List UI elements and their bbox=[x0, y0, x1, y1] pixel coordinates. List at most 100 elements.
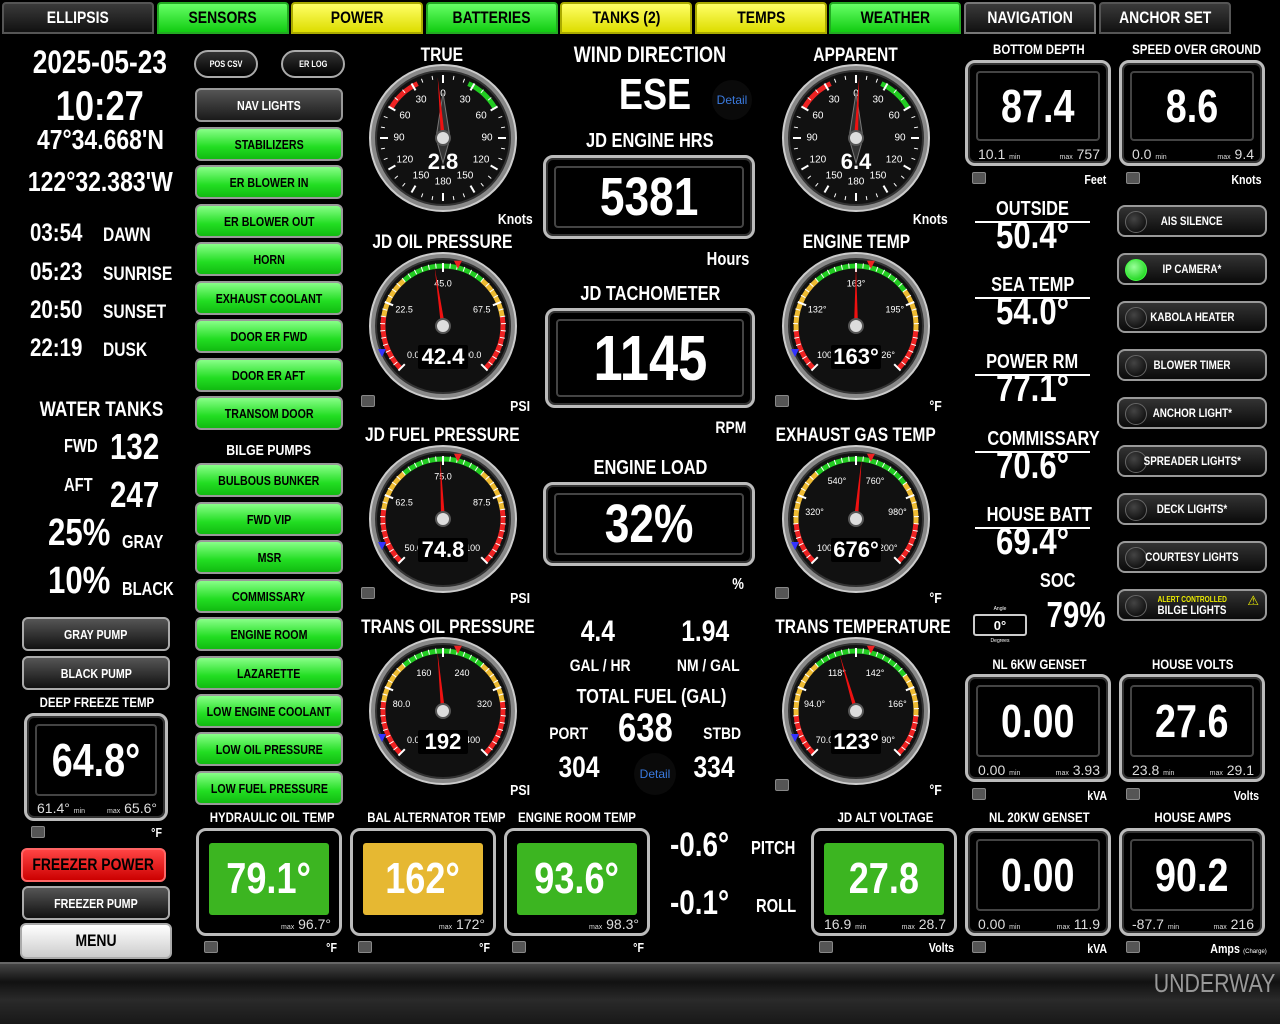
er-blower-out-button[interactable]: ER BLOWER OUT bbox=[195, 204, 343, 238]
sunrise-time: 05:23 bbox=[30, 258, 83, 286]
tab-navigation[interactable]: NAVIGATION bbox=[964, 2, 1096, 34]
gray-pump-button[interactable]: GRAY PUMP bbox=[22, 617, 170, 651]
needle-hub bbox=[848, 130, 864, 146]
jd-alt-voltage-fill: 27.8 bbox=[824, 843, 944, 915]
tab-anchor-set[interactable]: ANCHOR SET bbox=[1099, 2, 1231, 34]
sunset-label: SUNSET bbox=[103, 302, 167, 323]
deck-lights-button[interactable]: DECK LIGHTS* bbox=[1117, 493, 1267, 525]
reset-icon[interactable] bbox=[819, 941, 833, 953]
tab-sensors[interactable]: SENSORS bbox=[157, 2, 289, 34]
stabilizers-button[interactable]: STABILIZERS bbox=[195, 127, 343, 161]
reset-icon[interactable] bbox=[1126, 788, 1140, 800]
nl-6kw-box: 0.00 0.00 min max 3.93 bbox=[965, 674, 1111, 782]
true-wind-gauge: 03030606090901201201501501802.8 bbox=[369, 64, 517, 212]
tick bbox=[380, 126, 385, 129]
bilge-fwd-vip-button[interactable]: FWD VIP bbox=[195, 502, 343, 536]
engine-load-title: ENGINE LOAD bbox=[593, 457, 707, 479]
horn-button[interactable]: HORN bbox=[195, 242, 343, 276]
reset-icon[interactable] bbox=[358, 941, 372, 953]
tick-label: 240 bbox=[455, 668, 470, 678]
tab-power[interactable]: POWER bbox=[291, 2, 423, 34]
transom-door-button[interactable]: TRANSOM DOOR bbox=[195, 396, 343, 430]
spreader-lights-button[interactable]: SPREADER LIGHTS* bbox=[1117, 445, 1267, 477]
reset-icon[interactable] bbox=[775, 395, 789, 407]
reset-icon[interactable] bbox=[361, 395, 375, 407]
black-pump-button[interactable]: BLACK PUMP bbox=[22, 656, 170, 690]
reset-icon[interactable] bbox=[31, 826, 45, 838]
wind-direction-title: WIND DIRECTION bbox=[573, 42, 727, 67]
engine-hrs-unit: Hours bbox=[706, 249, 750, 269]
tick bbox=[848, 263, 850, 269]
reset-icon[interactable] bbox=[972, 172, 986, 184]
tick-label: 160 bbox=[416, 668, 431, 678]
bilge-msr-button[interactable]: MSR bbox=[195, 540, 343, 574]
bilge-bulbous-bunker-button[interactable]: BULBOUS BUNKER bbox=[195, 463, 343, 497]
reset-icon[interactable] bbox=[204, 941, 218, 953]
door-er-fwd-button[interactable]: DOOR ER FWD bbox=[195, 319, 343, 353]
black-value: 10% bbox=[48, 560, 111, 602]
tick-label: 60 bbox=[889, 111, 901, 122]
hydraulic-oil-box: 79.1° max 96.7° bbox=[196, 828, 342, 936]
tab-batteries[interactable]: BATTERIES bbox=[426, 2, 558, 34]
needle-hub bbox=[435, 511, 451, 527]
reset-icon[interactable] bbox=[1126, 172, 1140, 184]
nl-20kw-unit: kVA bbox=[1087, 941, 1108, 956]
tab-weather[interactable]: WEATHER bbox=[829, 2, 961, 34]
door-er-aft-button[interactable]: DOOR ER AFT bbox=[195, 358, 343, 392]
pos-csv-button[interactable]: POS CSV bbox=[194, 50, 258, 78]
reset-icon[interactable] bbox=[775, 587, 789, 599]
stbd-label: STBD bbox=[703, 724, 741, 743]
longitude: 122°32.383'W bbox=[27, 166, 173, 197]
hydraulic-oil-max: max 96.7° bbox=[281, 916, 331, 932]
tab-temps[interactable]: TEMPS bbox=[695, 2, 827, 34]
reset-icon[interactable] bbox=[361, 587, 375, 599]
low-engine-coolant-button[interactable]: LOW ENGINE COOLANT bbox=[195, 694, 343, 728]
reset-icon[interactable] bbox=[775, 779, 789, 791]
freezer-power-button[interactable]: FREEZER POWER bbox=[21, 848, 166, 882]
tick-label: 120 bbox=[473, 155, 490, 166]
ip-camera-button[interactable]: IP CAMERA* bbox=[1117, 253, 1267, 285]
reset-icon[interactable] bbox=[972, 941, 986, 953]
engine-hrs-title: JD ENGINE HRS bbox=[586, 130, 714, 152]
anchor-light-button[interactable]: ANCHOR LIGHT* bbox=[1117, 397, 1267, 429]
temp-outside: OUTSIDE 50.4° bbox=[975, 198, 1090, 258]
house-amps-max: max 216 bbox=[1213, 916, 1254, 932]
bilge-lights-button[interactable]: ALERT CONTROLLED BILGE LIGHTS ⚠ bbox=[1117, 589, 1267, 621]
jd-alt-voltage-unit: Volts bbox=[928, 940, 955, 955]
tick bbox=[865, 196, 868, 201]
wind-detail-button[interactable]: Detail bbox=[712, 80, 752, 120]
low-oil-pressure-button[interactable]: LOW OIL PRESSURE bbox=[195, 732, 343, 766]
tab-ellipsis[interactable]: ELLIPSIS bbox=[2, 2, 154, 34]
nav-lights-button[interactable]: NAV LIGHTS bbox=[195, 88, 343, 122]
menu-button[interactable]: MENU bbox=[20, 923, 172, 959]
trans-oil-unit: PSI bbox=[510, 782, 531, 799]
deep-freeze-title: DEEP FREEZE TEMP bbox=[39, 694, 155, 710]
tab-tanks[interactable]: TANKS (2) bbox=[560, 2, 692, 34]
blower-timer-button[interactable]: BLOWER TIMER bbox=[1117, 349, 1267, 381]
freezer-pump-button[interactable]: FREEZER PUMP bbox=[22, 886, 170, 920]
bilge-commissary-button[interactable]: COMMISSARY bbox=[195, 579, 343, 613]
er-blower-in-button[interactable]: ER BLOWER IN bbox=[195, 165, 343, 199]
gray-label: GRAY bbox=[122, 532, 164, 552]
engine-room-temp-fill: 93.6° bbox=[517, 843, 637, 915]
tick bbox=[844, 196, 847, 201]
bilge-lazarette-button[interactable]: LAZARETTE bbox=[195, 656, 343, 690]
exhaust-gas-gauge: 100°320°540° 760°980°1200°676° bbox=[782, 445, 930, 593]
low-fuel-pressure-button[interactable]: LOW FUEL PRESSURE bbox=[195, 771, 343, 805]
bilge-engine-room-button[interactable]: ENGINE ROOM bbox=[195, 617, 343, 651]
wind-direction-value: ESE bbox=[618, 70, 692, 119]
tick-label: 62.5 bbox=[395, 497, 413, 507]
reset-icon[interactable] bbox=[1126, 941, 1140, 953]
courtesy-lights-button[interactable]: COURTESY LIGHTS bbox=[1117, 541, 1267, 573]
tick-label: 90 bbox=[481, 133, 493, 144]
status-led-icon bbox=[1125, 595, 1147, 617]
er-log-button[interactable]: ER LOG bbox=[281, 50, 345, 78]
fuel-detail-button[interactable]: Detail bbox=[634, 753, 676, 795]
reset-icon[interactable] bbox=[512, 941, 526, 953]
exhaust-coolant-button[interactable]: EXHAUST COOLANT bbox=[195, 281, 343, 315]
ais-silence-button[interactable]: AIS SILENCE bbox=[1117, 205, 1267, 237]
tick-label: 75.0 bbox=[434, 471, 452, 481]
fwd-label: FWD bbox=[64, 436, 98, 456]
reset-icon[interactable] bbox=[972, 788, 986, 800]
kabola-heater-button[interactable]: KABOLA HEATER bbox=[1117, 301, 1267, 333]
